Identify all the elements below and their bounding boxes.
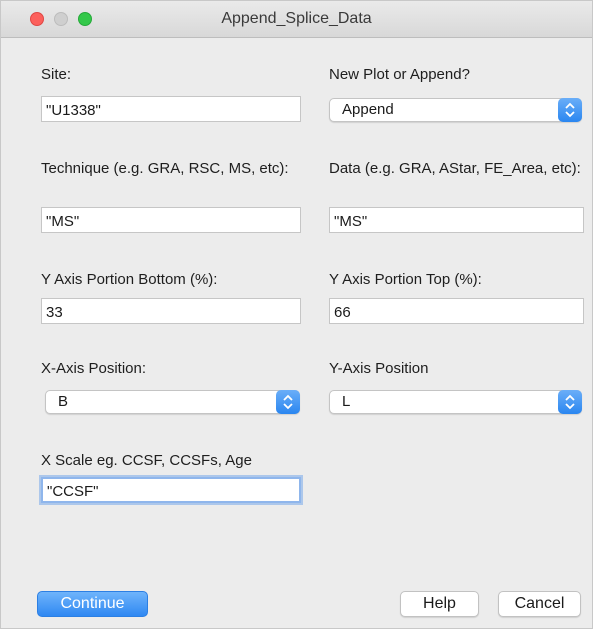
x-scale-field[interactable] bbox=[41, 477, 301, 503]
help-button[interactable]: Help bbox=[400, 591, 479, 617]
y-axis-position-label: Y-Axis Position bbox=[329, 360, 429, 377]
new-plot-or-append-value: Append bbox=[342, 101, 394, 118]
site-label: Site: bbox=[41, 66, 72, 83]
x-axis-position-value: B bbox=[58, 393, 69, 410]
y-axis-portion-bottom-field[interactable] bbox=[41, 298, 301, 324]
window-title: Append_Splice_Data bbox=[221, 10, 372, 27]
site-field[interactable] bbox=[41, 96, 301, 122]
x-axis-position-popup[interactable]: B bbox=[45, 390, 300, 414]
new-plot-or-append-label: New Plot or Append? bbox=[329, 66, 470, 83]
x-axis-position-label: X-Axis Position: bbox=[41, 360, 147, 377]
y-axis-position-popup[interactable]: L bbox=[329, 390, 582, 414]
data-label: Data (e.g. GRA, AStar, FE_Area, etc): bbox=[329, 160, 581, 177]
cancel-button[interactable]: Cancel bbox=[498, 591, 581, 617]
up-down-chevron-icon bbox=[276, 390, 300, 414]
new-plot-or-append-popup[interactable]: Append bbox=[329, 98, 582, 122]
dialog-window: Append_Splice_Data Site: New Plot or App… bbox=[0, 0, 593, 629]
y-axis-portion-bottom-label: Y Axis Portion Bottom (%): bbox=[41, 271, 218, 288]
technique-label: Technique (e.g. GRA, RSC, MS, etc): bbox=[41, 160, 289, 177]
data-field[interactable] bbox=[329, 207, 584, 233]
title-bar: Append_Splice_Data bbox=[1, 1, 592, 38]
x-scale-label: X Scale eg. CCSF, CCSFs, Age bbox=[41, 452, 252, 469]
continue-button[interactable]: Continue bbox=[37, 591, 148, 617]
up-down-chevron-icon bbox=[558, 98, 582, 122]
technique-field[interactable] bbox=[41, 207, 301, 233]
y-axis-position-value: L bbox=[342, 393, 351, 410]
y-axis-portion-top-label: Y Axis Portion Top (%): bbox=[329, 271, 482, 288]
up-down-chevron-icon bbox=[558, 390, 582, 414]
y-axis-portion-top-field[interactable] bbox=[329, 298, 584, 324]
